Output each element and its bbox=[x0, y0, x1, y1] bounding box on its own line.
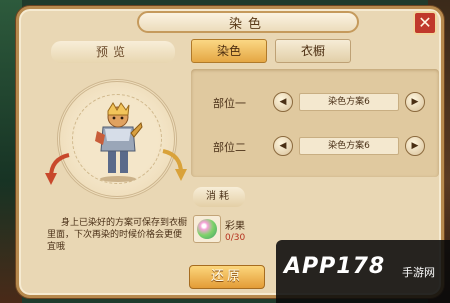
watermark-logo-text: APP178 bbox=[284, 254, 386, 279]
item-count: 0/30 bbox=[225, 233, 246, 243]
part-one-prev-button[interactable]: ◀ bbox=[273, 92, 293, 112]
wardrobe-hint-text: 身上已染好的方案可保存到衣橱里面，下次再染的时候价格会更便宜哦 bbox=[47, 218, 188, 252]
window-title: 染色 bbox=[228, 17, 267, 32]
preview-header-label: 预览 bbox=[95, 45, 130, 59]
tab-wardrobe[interactable]: 衣橱 bbox=[275, 39, 351, 63]
part-two-label: 部位二 bbox=[213, 141, 246, 154]
character-model[interactable] bbox=[93, 101, 143, 183]
item-name: 彩果 bbox=[225, 221, 245, 232]
part-two-prev-button[interactable]: ◀ bbox=[273, 136, 293, 156]
rainbow-fruit-icon bbox=[197, 219, 217, 239]
preview-header: 预览 bbox=[51, 41, 175, 63]
part-one-next-button[interactable]: ▶ bbox=[405, 92, 425, 112]
restore-button[interactable]: 还原 bbox=[189, 265, 265, 289]
tab-dye[interactable]: 染色 bbox=[191, 39, 267, 63]
rotate-left-icon[interactable] bbox=[43, 149, 73, 189]
close-button[interactable]: ✕ bbox=[413, 11, 437, 35]
site-watermark: APP178 手游网 bbox=[276, 240, 450, 303]
window-title-plate: 染色 bbox=[137, 11, 359, 33]
part-one-scheme: 染色方案6 bbox=[299, 93, 399, 111]
part-two-next-button[interactable]: ▶ bbox=[405, 136, 425, 156]
consume-header: 消耗 bbox=[193, 187, 245, 207]
preview-panel: 预览 身上已染好的方案可保存到衣橱里面，下次再染的时候价格会更便宜哦 bbox=[41, 39, 195, 301]
part-one-label: 部位一 bbox=[213, 97, 246, 110]
rotate-right-icon[interactable] bbox=[159, 145, 189, 185]
dye-parts-panel: 部位一 ◀ 染色方案6 ▶ 部位二 ◀ 染色方案6 ▶ bbox=[191, 69, 439, 177]
part-two-scheme: 染色方案6 bbox=[299, 137, 399, 155]
rainbow-fruit-slot[interactable] bbox=[193, 215, 221, 243]
watermark-sub-text: 手游网 bbox=[402, 266, 435, 279]
